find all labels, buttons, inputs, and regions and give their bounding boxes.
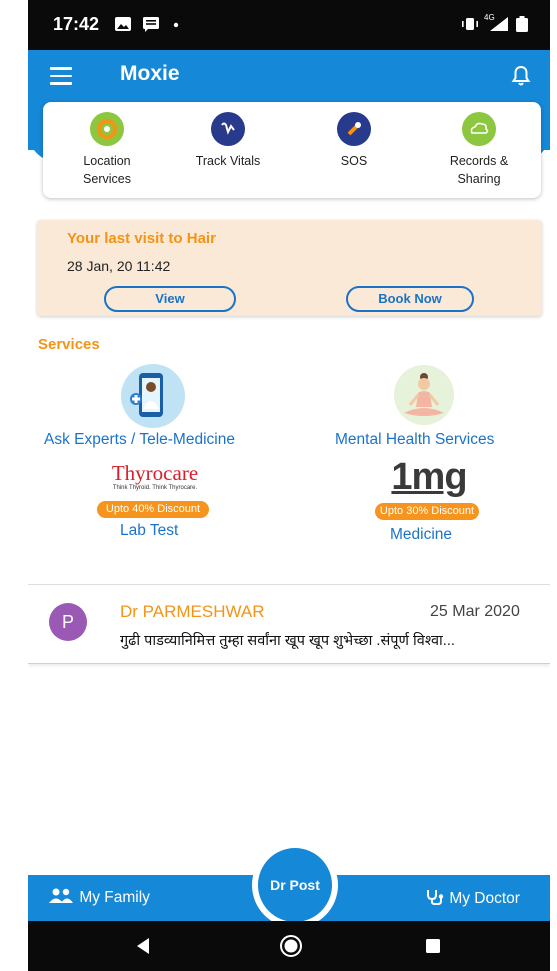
track-vitals-label: Track Vitals [195,154,261,168]
ask-experts-link[interactable]: Ask Experts / Tele-Medicine [44,431,235,449]
home-icon[interactable] [279,934,303,958]
cloud-icon [462,112,496,146]
vitals-icon [211,112,245,146]
battery-icon [516,16,528,32]
app-screen: 17:42 4G Moxie Location Services Track V… [28,0,550,971]
medicine-link[interactable]: Medicine [390,526,452,544]
mental-health-link[interactable]: Mental Health Services [335,431,494,449]
lab-test-link[interactable]: Lab Test [120,522,178,540]
last-visit-title: Your last visit to Hair [67,230,216,247]
location-icon [90,112,124,146]
services-heading: Services [38,336,100,353]
dr-post-button-ring: Dr Post [252,842,338,928]
book-now-button[interactable]: Book Now [346,286,474,312]
view-button[interactable]: View [104,286,236,312]
lab-discount-badge: Upto 40% Discount [97,501,209,518]
mental-health-icon[interactable] [390,363,458,427]
tele-medicine-icon[interactable] [119,363,187,429]
dot-icon [173,22,179,28]
location-services-label-line2: Services [83,172,131,186]
my-doctor-tab[interactable]: My Doctor [425,888,520,908]
stethoscope-icon [427,890,444,905]
notification-bell-icon[interactable] [511,65,531,87]
status-bar: 17:42 4G [28,0,550,50]
medicine-discount-badge: Upto 30% Discount [375,503,479,520]
last-visit-date: 28 Jan, 20 11:42 [67,258,171,274]
status-time: 17:42 [53,14,100,34]
location-services-button[interactable]: Location Services [52,112,162,188]
last-visit-card: Your last visit to Hair 28 Jan, 20 11:42… [37,220,542,316]
post-date: 25 Mar 2020 [430,603,520,620]
sos-button[interactable]: SOS [299,112,409,170]
dr-post-button[interactable]: Dr Post [258,848,332,922]
sos-label: SOS [340,154,368,168]
system-nav-bar [28,921,550,971]
recents-icon[interactable] [425,938,441,954]
signal-icon [490,17,508,31]
hamburger-menu-icon[interactable] [50,67,72,85]
track-vitals-button[interactable]: Track Vitals [173,112,283,170]
back-icon[interactable] [135,937,151,955]
my-family-label: My Family [79,889,150,906]
app-title: Moxie [120,62,180,85]
thyrocare-logo[interactable]: Thyrocare Think Thyroid. Think Thyrocare… [97,461,213,491]
quick-actions-card: Location Services Track Vitals SOS Record… [43,102,541,198]
sos-icon [337,112,371,146]
avatar: P [49,603,87,641]
post-author: Dr PARMESHWAR [120,602,265,621]
family-icon [49,888,73,903]
vibrate-icon [462,18,478,30]
message-notification-icon [143,17,159,32]
image-notification-icon [115,17,131,31]
my-family-tab[interactable]: My Family [47,888,150,907]
post-text: गुढी पाडव्यानिमित्त तुम्हा सर्वांना खूप … [120,633,455,649]
doctor-post-item[interactable]: P Dr PARMESHWAR 25 Mar 2020 गुढी पाडव्या… [28,584,550,664]
onemg-logo[interactable]: 1mg [390,455,468,499]
my-doctor-label: My Doctor [449,890,520,907]
records-sharing-button[interactable]: Records & Sharing [424,112,534,188]
records-label-line2: Sharing [457,172,501,186]
records-label-line1: Records & [449,154,509,168]
location-services-label-line1: Location [83,154,131,168]
